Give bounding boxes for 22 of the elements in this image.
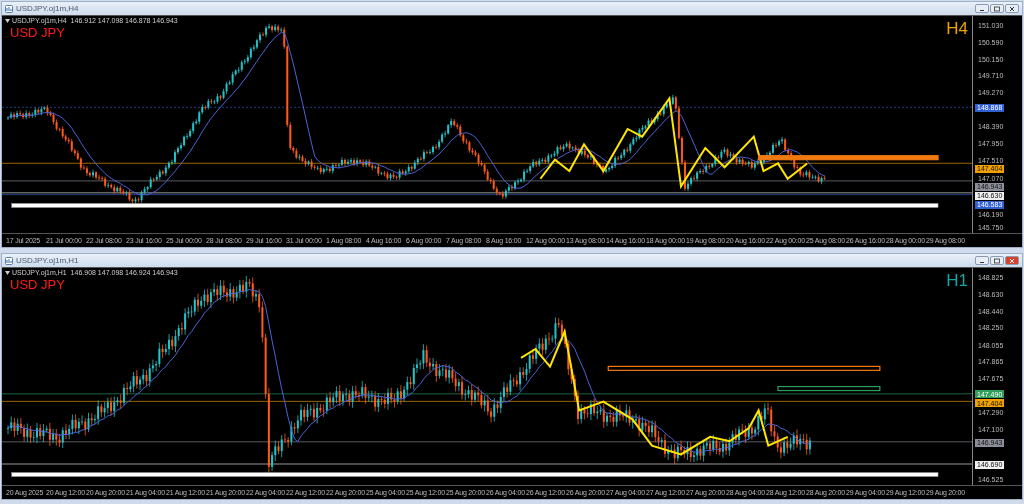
- restore-icon: [993, 5, 1001, 12]
- chart-window-icon: [5, 4, 13, 13]
- symbol-label: USD JPY: [10, 26, 65, 39]
- timeframe-label: H1: [946, 272, 968, 289]
- close-button[interactable]: [1005, 4, 1019, 13]
- close-icon: [1008, 5, 1016, 12]
- restore-icon: [993, 257, 1001, 264]
- zone-rectangle[interactable]: [777, 385, 881, 392]
- window-title: USDJPY.oj1m,H4: [16, 4, 80, 13]
- window-title: USDJPY.oj1m,H1: [16, 256, 80, 265]
- zone-rectangle[interactable]: [758, 155, 939, 161]
- minimize-button[interactable]: [975, 4, 989, 13]
- restore-button[interactable]: [990, 4, 1004, 13]
- close-icon: [1008, 257, 1016, 264]
- zone-rectangle[interactable]: [607, 365, 881, 371]
- timeframe-label: H4: [946, 20, 968, 37]
- chart-window-icon: [5, 256, 13, 265]
- restore-button[interactable]: [990, 256, 1004, 265]
- dropdown-icon[interactable]: [5, 18, 10, 23]
- symbol-label: USD JPY: [10, 278, 65, 291]
- dropdown-icon[interactable]: [5, 270, 10, 275]
- minimize-button[interactable]: [975, 256, 989, 265]
